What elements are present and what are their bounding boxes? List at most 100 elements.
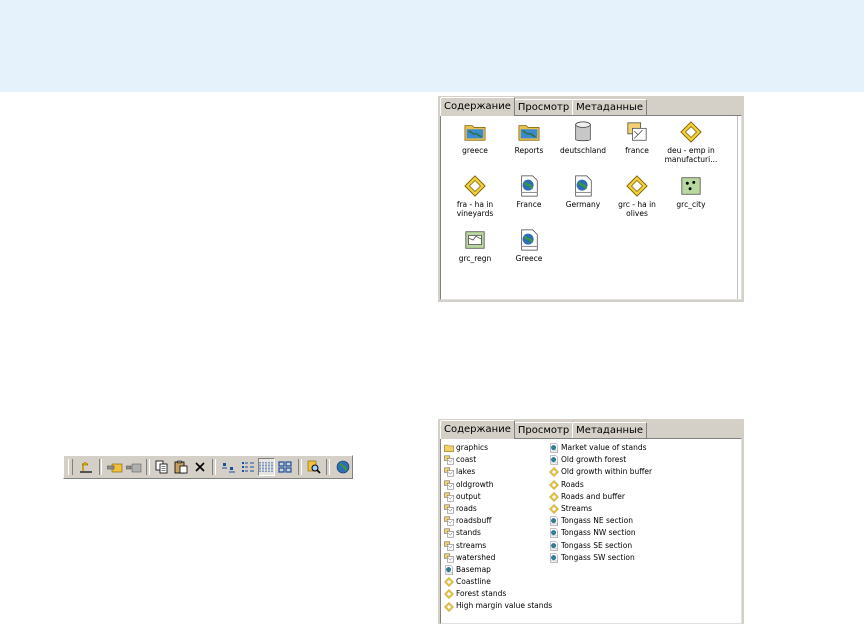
catalog-item[interactable]: grc_city (663, 175, 719, 209)
catalog-item[interactable]: deu - emp in manufacturi... (663, 121, 719, 164)
list-item[interactable]: Tongass NE section (549, 515, 652, 527)
catalog-item-label: France (516, 200, 542, 209)
list-item[interactable]: Tongass NW section (549, 527, 652, 539)
catalog-item[interactable]: grc - ha in olives (609, 175, 665, 218)
catalog-item[interactable]: grc_regn (447, 229, 503, 263)
details-button[interactable] (257, 458, 275, 476)
globe-icon (336, 460, 349, 474)
list-item[interactable]: watershed (444, 552, 552, 564)
search-icon (307, 460, 321, 474)
list-item-label: Old growth forest (561, 455, 627, 465)
list-item-label: graphics (456, 443, 489, 452)
coverage-icon (444, 467, 456, 477)
connect-folder-button[interactable] (106, 458, 123, 476)
catalog-item[interactable]: Greece (501, 229, 557, 263)
list-item[interactable]: Roads (549, 479, 652, 491)
copy-button[interactable] (154, 458, 171, 476)
delete-button[interactable] (192, 458, 209, 476)
catalog-item[interactable]: deutschland (555, 121, 611, 155)
catalog-item[interactable]: fra - ha in vineyards (447, 175, 503, 218)
list-item[interactable]: High margin value stands (444, 600, 552, 612)
list-item-label: Tongass SW section (561, 552, 635, 562)
map-document-icon (549, 553, 561, 563)
thumbnails-button[interactable] (277, 458, 294, 476)
list-item[interactable]: roadsbuff (444, 515, 552, 527)
catalog-item[interactable]: greece (447, 121, 503, 155)
list-item[interactable]: Roads and buffer (549, 491, 652, 503)
tab-contents[interactable]: Содержание (440, 97, 515, 116)
list-item[interactable]: Old growth within buffer (549, 466, 652, 478)
list-item-label: High margin value stands (456, 601, 553, 611)
list-item[interactable]: lakes (444, 466, 552, 478)
catalog-item-label: deutschland (559, 146, 607, 155)
list-item-label: Basemap (456, 564, 491, 574)
list-item[interactable]: streams (444, 540, 552, 552)
list-item[interactable]: Old growth forest (549, 454, 652, 466)
disconnect-folder-button[interactable] (125, 458, 142, 476)
folder-map-icon (447, 121, 503, 143)
up-one-level-button[interactable] (78, 458, 95, 476)
catalog-item-label: Reports (514, 146, 544, 155)
header-band (0, 0, 864, 92)
list-item[interactable]: Market value of stands (549, 442, 652, 454)
map-document-icon (549, 540, 561, 551)
bottom-contents-area: graphics coast lakes oldgrowth output roads ro… (440, 438, 742, 624)
paste-button[interactable] (173, 458, 190, 476)
list-item[interactable]: Coastline (444, 576, 552, 588)
coverage-icon (444, 528, 456, 538)
list-item-label: Forest stands (456, 589, 507, 599)
list-item[interactable]: stands (444, 527, 552, 539)
map-document-icon (555, 175, 611, 197)
coverage-icon (444, 480, 456, 490)
layer-diamond-icon (549, 504, 561, 514)
list-item[interactable]: Tongass SW section (549, 552, 652, 564)
catalog-large-icons-panel: Содержание Просмотр Метаданные greece Rep… (438, 96, 744, 302)
list-item[interactable]: Streams (549, 503, 652, 515)
list-item[interactable]: roads (444, 503, 552, 515)
list-button[interactable] (239, 458, 256, 476)
map-document-icon (549, 443, 561, 453)
list-item-label: Streams (561, 503, 593, 513)
map-document-icon (501, 175, 557, 197)
layer-diamond-icon (549, 491, 561, 502)
tab-metadata[interactable]: Метаданные (572, 99, 648, 116)
layer-diamond-icon (447, 175, 503, 197)
tab-preview[interactable]: Просмотр (513, 99, 574, 116)
list-item[interactable]: Forest stands (444, 588, 552, 600)
list-item-label: Old growth within buffer (561, 467, 653, 477)
list-item[interactable]: Tongass SE section (549, 540, 652, 552)
map-document-icon (549, 528, 561, 539)
catalog-item[interactable]: Reports (501, 121, 557, 155)
catalog-item-label: deu - emp in manufacturi... (664, 146, 718, 164)
catalog-item[interactable]: France (501, 175, 557, 209)
list-item-label: watershed (456, 552, 496, 562)
list-item[interactable]: coast (444, 454, 552, 466)
list-item[interactable]: Basemap (444, 564, 552, 576)
layer-group-icon (609, 121, 665, 143)
details-icon (259, 462, 274, 472)
list-item[interactable]: graphics (444, 442, 552, 454)
catalog-item[interactable]: Germany (555, 175, 611, 209)
list-item-label: streams (456, 540, 487, 550)
list-item[interactable]: oldgrowth (444, 479, 552, 491)
list-item-label: Roads and buffer (561, 491, 625, 501)
toolbar-grip[interactable] (68, 459, 73, 475)
launch-arcmap-button[interactable] (334, 458, 351, 476)
list-item-label: stands (456, 528, 481, 538)
tab-preview[interactable]: Просмотр (513, 422, 574, 439)
catalog-item-label: fra - ha in vineyards (456, 200, 494, 218)
search-button[interactable] (306, 458, 323, 476)
list-item[interactable]: output (444, 491, 552, 503)
tab-contents[interactable]: Содержание (440, 420, 515, 439)
list-item-label: oldgrowth (456, 479, 494, 489)
large-icons-button[interactable] (220, 458, 237, 476)
list-item-label: Tongass NE section (561, 516, 633, 526)
tab-metadata[interactable]: Метаданные (572, 422, 648, 439)
folder-icon (444, 443, 456, 453)
list-item-label: output (456, 491, 481, 501)
catalog-item-label: Greece (515, 254, 543, 263)
list-item-label: roadsbuff (456, 516, 492, 526)
catalog-item[interactable]: france (609, 121, 665, 155)
map-document-icon (549, 516, 561, 526)
list-item-label: roads (456, 503, 477, 513)
